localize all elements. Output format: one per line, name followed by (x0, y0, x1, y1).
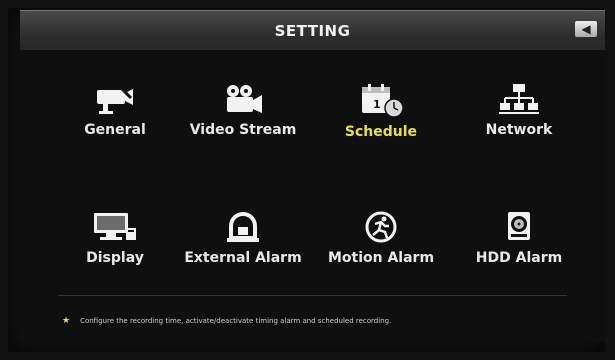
network-icon (499, 84, 539, 114)
camera-settings-icon (97, 84, 133, 114)
settings-panel: General Video Stream 1 Schedule Network … (20, 50, 605, 342)
back-button[interactable]: ◀ (575, 21, 597, 37)
hard-drive-icon (508, 212, 530, 240)
menu-item-motion-alarm[interactable]: Motion Alarm (316, 210, 446, 290)
hint-text: ★ Configure the recording time, activate/… (62, 316, 582, 326)
divider (58, 295, 567, 296)
menu-item-label: Video Stream (189, 122, 297, 138)
menu-item-label: Motion Alarm (327, 250, 435, 266)
calendar-clock-icon: 1 (362, 84, 404, 118)
menu-item-hdd-alarm[interactable]: HDD Alarm (454, 210, 584, 290)
menu-item-video-stream[interactable]: Video Stream (178, 82, 308, 162)
title-bar: SETTING ◀ (20, 10, 605, 51)
back-arrow-icon: ◀ (581, 22, 591, 36)
menu-item-network[interactable]: Network (454, 82, 584, 162)
star-icon: ★ (62, 316, 71, 326)
menu-item-external-alarm[interactable]: External Alarm (178, 210, 308, 290)
menu-item-label: Display (86, 250, 144, 266)
menu-item-display[interactable]: Display (50, 210, 180, 290)
svg-text:1: 1 (373, 98, 381, 111)
hint-message: Configure the recording time, activate/d… (80, 317, 392, 325)
menu-item-label: External Alarm (184, 250, 302, 266)
menu-item-schedule[interactable]: 1 Schedule (316, 82, 446, 162)
monitor-icon (94, 213, 136, 240)
running-person-icon (365, 211, 397, 243)
menu-item-label: General (84, 122, 146, 138)
menu-item-label: HDD Alarm (475, 250, 563, 266)
menu-item-label: Network (485, 122, 553, 138)
menu-item-general[interactable]: General (50, 82, 180, 162)
menu-item-label: Schedule (344, 124, 418, 140)
video-camera-icon (227, 85, 262, 113)
alarm-bell-icon (227, 212, 259, 242)
page-title: SETTING (274, 22, 351, 40)
